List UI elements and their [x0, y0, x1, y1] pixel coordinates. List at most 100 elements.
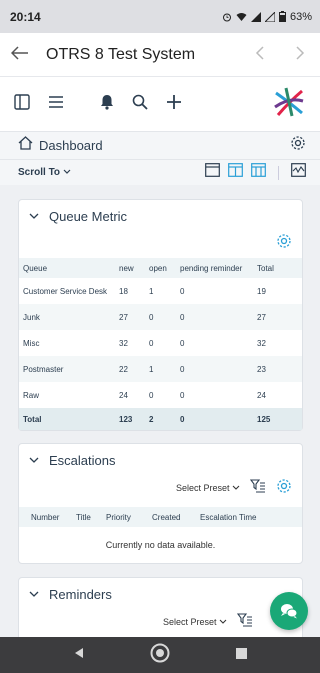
main-toolbar — [0, 77, 320, 131]
total-pending: 0 — [176, 408, 253, 430]
next-page-icon[interactable] — [280, 44, 320, 65]
cell-new[interactable]: 32 — [115, 330, 145, 356]
battery-icon — [278, 11, 286, 22]
sidebar-toggle-icon[interactable] — [14, 93, 30, 115]
select-preset-label: Select Preset — [175, 483, 230, 493]
cell-open[interactable]: 0 — [145, 382, 176, 408]
scroll-to-bar: Scroll To — [0, 159, 320, 185]
layout-switcher — [205, 163, 306, 182]
queue-name[interactable]: Junk — [19, 304, 115, 330]
scroll-to-label: Scroll To — [18, 167, 61, 178]
search-icon[interactable] — [132, 94, 148, 115]
column-filter-icon[interactable] — [249, 478, 266, 499]
nav-recents-icon[interactable] — [236, 646, 248, 664]
escalations-table-header: Number Title Priority Created Escalation… — [19, 507, 302, 527]
system-nav-bar — [0, 637, 320, 673]
status-time: 20:14 — [10, 9, 41, 24]
otrs-logo-icon[interactable] — [272, 85, 306, 124]
reminders-widget: Reminders Select Preset — [18, 577, 303, 637]
cell-total[interactable]: 32 — [253, 330, 302, 356]
widget-settings-gear-icon[interactable] — [276, 233, 292, 254]
cell-total[interactable]: 24 — [253, 382, 302, 408]
cell-new[interactable]: 18 — [115, 278, 145, 304]
queue-name[interactable]: Customer Service Desk — [19, 278, 115, 304]
total-label: Total — [19, 408, 115, 430]
cell-pending[interactable]: 0 — [176, 356, 253, 382]
cell-pending[interactable]: 0 — [176, 382, 253, 408]
cell-open[interactable]: 1 — [145, 278, 176, 304]
scroll-to-dropdown[interactable]: Scroll To — [18, 167, 71, 178]
cell-new[interactable]: 24 — [115, 382, 145, 408]
bell-icon[interactable] — [100, 94, 114, 115]
cell-pending[interactable]: 0 — [176, 304, 253, 330]
cell-pending[interactable]: 0 — [176, 330, 253, 356]
queue-name[interactable]: Postmaster — [19, 356, 115, 382]
activity-chart-icon[interactable] — [291, 163, 306, 182]
signal-icon — [250, 11, 261, 22]
breadcrumb-dashboard[interactable]: Dashboard — [39, 138, 103, 153]
chevron-down-icon — [232, 485, 240, 490]
layout-three-column-icon[interactable] — [251, 163, 266, 182]
column-header[interactable]: pending reminder — [176, 258, 253, 278]
column-header[interactable]: open — [145, 258, 176, 278]
dashboard-content: Queue Metric Queue new open pending remi… — [0, 185, 320, 637]
dashboard-settings-gear-icon[interactable] — [290, 135, 306, 156]
app-bar: OTRS 8 Test System — [0, 33, 320, 77]
cell-open[interactable]: 1 — [145, 356, 176, 382]
cell-pending[interactable]: 0 — [176, 278, 253, 304]
column-header[interactable]: Total — [253, 258, 302, 278]
widget-title: Queue Metric — [49, 208, 128, 224]
collapse-chevron-icon[interactable] — [29, 209, 45, 223]
menu-icon[interactable] — [48, 95, 64, 114]
cell-total[interactable]: 19 — [253, 278, 302, 304]
wifi-icon — [236, 12, 247, 21]
back-arrow-icon[interactable] — [0, 43, 40, 66]
column-header[interactable]: Priority — [106, 513, 152, 522]
chat-button[interactable] — [270, 592, 308, 630]
collapse-chevron-icon[interactable] — [29, 453, 45, 467]
widget-settings-gear-icon[interactable] — [276, 478, 292, 499]
layout-divider — [278, 165, 279, 180]
column-header[interactable]: new — [115, 258, 145, 278]
status-icons: 63% — [222, 11, 312, 23]
home-icon[interactable] — [18, 136, 33, 155]
table-row[interactable]: Raw 24 0 0 24 — [19, 382, 302, 408]
table-row[interactable]: Customer Service Desk 18 1 0 19 — [19, 278, 302, 304]
column-header[interactable]: Title — [76, 513, 106, 522]
select-preset-dropdown[interactable]: Select Preset — [163, 617, 227, 627]
widget-title: Reminders — [49, 586, 112, 602]
column-header[interactable]: Number — [23, 513, 76, 522]
chat-bubbles-icon — [281, 604, 298, 619]
widget-title: Escalations — [49, 452, 116, 468]
column-header[interactable]: Queue — [19, 258, 115, 278]
cell-open[interactable]: 0 — [145, 330, 176, 356]
total-open: 2 — [145, 408, 176, 430]
cell-total[interactable]: 23 — [253, 356, 302, 382]
alarm-icon — [222, 13, 231, 21]
queue-name[interactable]: Raw — [19, 382, 115, 408]
cell-new[interactable]: 22 — [115, 356, 145, 382]
add-icon[interactable] — [166, 94, 182, 115]
queue-name[interactable]: Misc — [19, 330, 115, 356]
select-preset-label: Select Preset — [163, 617, 217, 627]
cell-total[interactable]: 27 — [253, 304, 302, 330]
cell-open[interactable]: 0 — [145, 304, 176, 330]
collapse-chevron-icon[interactable] — [29, 587, 45, 601]
table-row[interactable]: Junk 27 0 0 27 — [19, 304, 302, 330]
select-preset-dropdown[interactable]: Select Preset — [176, 483, 240, 493]
nav-back-icon[interactable] — [73, 646, 85, 664]
total-total: 125 — [253, 408, 302, 430]
prev-page-icon[interactable] — [240, 44, 280, 65]
nav-home-icon[interactable] — [150, 643, 170, 668]
column-header[interactable]: Created — [152, 513, 200, 522]
layout-one-column-icon[interactable] — [205, 163, 220, 182]
column-filter-icon[interactable] — [236, 612, 253, 633]
app-title: OTRS 8 Test System — [46, 45, 196, 63]
cell-new[interactable]: 27 — [115, 304, 145, 330]
total-row: Total 123 2 0 125 — [19, 408, 302, 430]
table-row[interactable]: Postmaster 22 1 0 23 — [19, 356, 302, 382]
layout-two-column-icon[interactable] — [228, 163, 243, 182]
column-header[interactable]: Escalation Time — [200, 513, 256, 522]
table-row[interactable]: Misc 32 0 0 32 — [19, 330, 302, 356]
battery-level: 63% — [289, 10, 312, 23]
